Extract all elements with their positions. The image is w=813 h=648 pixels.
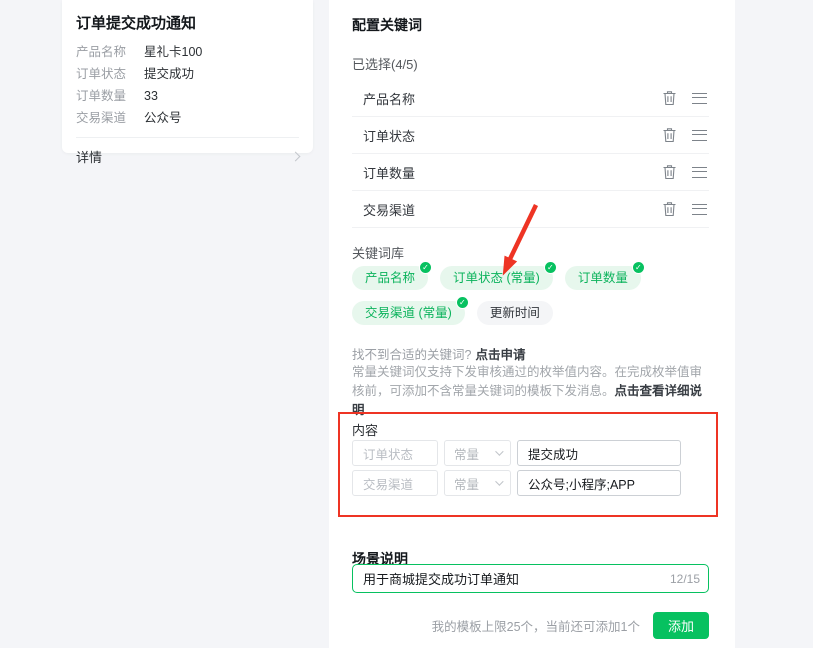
detail-label: 详情 — [76, 147, 102, 166]
keyword-name: 产品名称 — [363, 89, 415, 108]
keyword-field — [352, 440, 438, 466]
library-tag[interactable]: 更新时间 — [477, 301, 553, 325]
selected-count-label: 已选择(4/5) — [352, 54, 709, 73]
scene-input-wrap: 12/15 — [352, 564, 709, 593]
apply-link[interactable]: 点击申请 — [475, 348, 525, 362]
drag-handle-icon — [692, 167, 707, 178]
add-button[interactable]: 添加 — [653, 612, 709, 639]
delete-keyword-button[interactable] — [662, 164, 677, 180]
keyword-row: 交易渠道 — [352, 191, 709, 228]
constant-keyword-notice: 常量关键词仅支持下发审核通过的枚举值内容。在完成枚举值审核前，可添加不含常量关键… — [352, 363, 709, 420]
trash-icon — [662, 164, 677, 180]
keyword-name: 订单数量 — [363, 163, 415, 182]
field-value: 公众号 — [144, 107, 182, 129]
content-section-title: 内容 — [352, 420, 709, 439]
check-icon: ✓ — [419, 261, 432, 274]
scene-description-input[interactable] — [352, 564, 709, 593]
field-label: 订单状态 — [76, 63, 144, 85]
delete-keyword-button[interactable] — [662, 127, 677, 143]
selected-keyword-list: 产品名称 订单状态 — [352, 80, 709, 228]
library-tag[interactable]: 交易渠道 (常量) ✓ — [352, 301, 465, 325]
type-select: 常量 — [444, 440, 511, 466]
field-value: 星礼卡100 — [144, 41, 202, 63]
preview-field-row: 订单数量 33 — [76, 85, 299, 107]
keyword-row: 订单状态 — [352, 117, 709, 154]
chevron-down-icon — [495, 447, 503, 455]
check-icon: ✓ — [632, 261, 645, 274]
drag-handle[interactable] — [692, 130, 707, 141]
delete-keyword-button[interactable] — [662, 90, 677, 106]
preview-field-row: 交易渠道 公众号 — [76, 107, 299, 129]
preview-field-row: 订单状态 提交成功 — [76, 63, 299, 85]
check-icon: ✓ — [544, 261, 557, 274]
content-row: 常量 — [352, 440, 709, 466]
library-tag[interactable]: 订单状态 (常量) ✓ — [440, 266, 553, 290]
drag-handle[interactable] — [692, 93, 707, 104]
trash-icon — [662, 127, 677, 143]
drag-handle-icon — [692, 93, 707, 104]
keyword-library-label: 关键词库 — [352, 243, 709, 262]
char-counter: 12/15 — [670, 572, 700, 586]
type-select-value: 常量 — [454, 474, 479, 493]
type-select: 常量 — [444, 470, 511, 496]
panel-footer: 我的模板上限25个，当前还可添加1个 添加 — [352, 612, 709, 639]
field-label: 产品名称 — [76, 41, 144, 63]
section-title-configure-keywords: 配置关键词 — [352, 15, 709, 35]
tag-label: 交易渠道 (常量) — [365, 306, 452, 320]
chevron-right-icon — [291, 152, 301, 162]
trash-icon — [662, 201, 677, 217]
field-label: 交易渠道 — [76, 107, 144, 129]
chevron-down-icon — [495, 477, 503, 485]
delete-keyword-button[interactable] — [662, 201, 677, 217]
drag-handle[interactable] — [692, 167, 707, 178]
tag-label: 订单数量 — [578, 271, 628, 285]
library-tag[interactable]: 产品名称 ✓ — [352, 266, 428, 290]
field-value: 提交成功 — [144, 63, 194, 85]
drag-handle-icon — [692, 130, 707, 141]
type-select-value: 常量 — [454, 444, 479, 463]
detail-link[interactable]: 详情 — [62, 138, 313, 166]
keyword-row: 订单数量 — [352, 154, 709, 191]
keyword-field — [352, 470, 438, 496]
trash-icon — [662, 90, 677, 106]
drag-handle[interactable] — [692, 204, 707, 215]
keyword-row: 产品名称 — [352, 80, 709, 117]
page: 订单提交成功通知 产品名称 星礼卡100 订单状态 提交成功 订单数量 33 交… — [0, 0, 813, 648]
value-input[interactable] — [517, 440, 681, 466]
preview-title: 订单提交成功通知 — [76, 8, 299, 41]
tag-label: 产品名称 — [365, 271, 415, 285]
keyword-hint: 找不到合适的关键词? 点击申请 — [352, 344, 709, 363]
keyword-config-panel: 配置关键词 已选择(4/5) 产品名称 订单状态 — [329, 0, 735, 648]
library-tag[interactable]: 订单数量 ✓ — [565, 266, 641, 290]
check-icon: ✓ — [456, 296, 469, 309]
tag-label: 订单状态 (常量) — [453, 271, 540, 285]
tag-label: 更新时间 — [490, 306, 540, 320]
content-row: 常量 — [352, 470, 709, 496]
drag-handle-icon — [692, 204, 707, 215]
template-preview-card: 订单提交成功通知 产品名称 星礼卡100 订单状态 提交成功 订单数量 33 交… — [62, 0, 313, 153]
field-value: 33 — [144, 85, 158, 107]
keyword-library-tags: 产品名称 ✓ 订单状态 (常量) ✓ 订单数量 ✓ 交易渠道 (常量) ✓ 更新… — [352, 266, 652, 325]
field-label: 订单数量 — [76, 85, 144, 107]
hint-text: 找不到合适的关键词? — [352, 348, 471, 362]
preview-field-row: 产品名称 星礼卡100 — [76, 41, 299, 63]
quota-text: 我的模板上限25个，当前还可添加1个 — [432, 616, 640, 635]
keyword-name: 订单状态 — [363, 126, 415, 145]
value-input[interactable] — [517, 470, 681, 496]
keyword-name: 交易渠道 — [363, 200, 415, 219]
